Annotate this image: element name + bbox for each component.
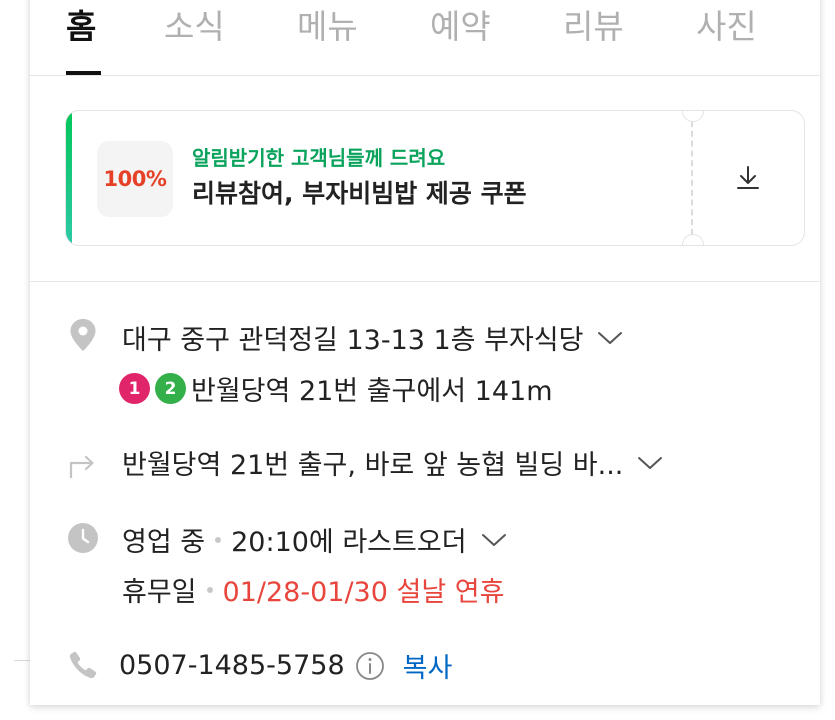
phone-row: 0507-1485-5758 복사 [119, 646, 452, 685]
chevron-down-icon [598, 331, 623, 344]
info-icon [355, 651, 384, 680]
coupon-divider [691, 121, 693, 235]
hours-detail: 20:10에 라스트오더 [231, 527, 467, 558]
tab-review[interactable]: 리뷰 [563, 0, 624, 48]
coupon-subtitle: 알림받기한 고객님들께 드려요 [192, 146, 446, 170]
separator-dot [206, 586, 213, 593]
holiday-label: 휴무일 [122, 577, 197, 608]
address-row[interactable]: 대구 중구 관덕정길 13-13 1층 부자식당 [122, 318, 623, 357]
coupon-title: 리뷰참여, 부자비빔밥 제공 쿠폰 [192, 179, 527, 208]
coupon-notch-top [682, 111, 704, 122]
tab-menu[interactable]: 메뉴 [297, 0, 358, 48]
download-icon [737, 166, 759, 189]
directions-text: 반월당역 21번 출구, 바로 앞 농협 빌딩 바... [122, 450, 624, 481]
separator-dot [215, 536, 222, 543]
directions-row[interactable]: 반월당역 21번 출구, 바로 앞 농협 빌딩 바... [122, 443, 663, 482]
tab-news[interactable]: 소식 [164, 0, 225, 48]
address-expand-button[interactable] [597, 330, 623, 346]
subway-row: 1 2 반월당역 21번 출구에서 141m [119, 369, 553, 408]
chevron-down-icon [481, 533, 506, 546]
phone-icon [66, 648, 100, 682]
direction-arrow-icon [66, 447, 100, 481]
coupon-download-button[interactable] [726, 156, 770, 200]
viewport: 홈 소식 메뉴 예약 리뷰 사진 100% 알림받기한 고객님들께 드려요 리뷰… [0, 0, 835, 720]
coupon-card[interactable]: 100% 알림받기한 고객님들께 드려요 리뷰참여, 부자비빔밥 제공 쿠폰 [65, 110, 805, 246]
subway-line-2-badge: 2 [155, 373, 186, 404]
tab-bar: 홈 소식 메뉴 예약 리뷰 사진 [30, 0, 820, 76]
hours-row[interactable]: 영업 중 20:10에 라스트오더 [122, 520, 507, 559]
holiday-detail: 01/28-01/30 설날 연휴 [222, 577, 505, 608]
hours-status: 영업 중 [122, 527, 206, 558]
active-tab-indicator [66, 71, 101, 75]
coupon-stripe [66, 111, 72, 245]
hours-expand-button[interactable] [481, 532, 507, 548]
tab-photo[interactable]: 사진 [696, 0, 757, 48]
coupon-notch-bottom [682, 234, 704, 245]
directions-expand-button[interactable] [637, 455, 663, 471]
copy-phone-button[interactable]: 복사 [403, 646, 453, 685]
section-divider [30, 281, 820, 282]
clock-icon [66, 521, 100, 555]
holiday-row: 휴무일 01/28-01/30 설날 연휴 [122, 570, 504, 609]
tab-reservation[interactable]: 예약 [430, 0, 491, 48]
tab-home[interactable]: 홈 [66, 0, 96, 48]
chevron-down-icon [638, 456, 663, 469]
place-panel: 홈 소식 메뉴 예약 리뷰 사진 100% 알림받기한 고객님들께 드려요 리뷰… [30, 0, 820, 705]
location-pin-icon [66, 318, 100, 352]
coupon-badge: 100% [97, 141, 173, 217]
subway-distance-text: 반월당역 21번 출구에서 141m [191, 376, 553, 407]
subway-line-1-badge: 1 [119, 373, 150, 404]
phone-info-button[interactable] [355, 651, 385, 681]
phone-number[interactable]: 0507-1485-5758 [119, 650, 345, 681]
address-text: 대구 중구 관덕정길 13-13 1층 부자식당 [122, 325, 584, 356]
